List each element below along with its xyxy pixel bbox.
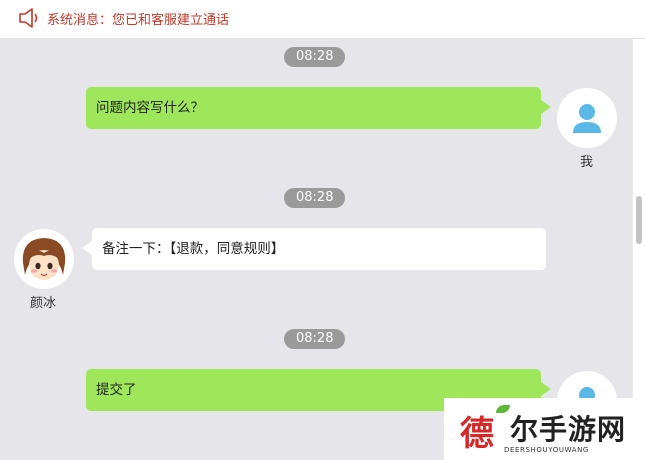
self-avatar[interactable] bbox=[557, 88, 617, 148]
chat-scrollbar[interactable] bbox=[632, 39, 645, 460]
timestamp: 08:28 bbox=[284, 188, 346, 208]
watermark-subtitle: DEERSHOUYOUWANG bbox=[504, 446, 589, 454]
system-message-bar: 系统消息：您已和客服建立通话 bbox=[0, 0, 645, 39]
agent-avatar-icon bbox=[17, 232, 71, 286]
message-bubble-self: 问题内容写什么？ bbox=[86, 87, 551, 129]
watermark-logo: 德 bbox=[460, 414, 494, 454]
site-watermark: 德 尔手游网 DEERSHOUYOUWANG bbox=[444, 398, 645, 460]
sender-name: 颜冰 bbox=[30, 296, 57, 311]
user-icon bbox=[573, 104, 601, 133]
watermark-name: 尔手游网 bbox=[510, 413, 627, 446]
scrollbar-thumb[interactable] bbox=[636, 196, 642, 244]
speaker-icon bbox=[19, 8, 38, 28]
system-message-text: 系统消息：您已和客服建立通话 bbox=[47, 13, 230, 28]
timestamp: 08:28 bbox=[284, 329, 346, 349]
timestamp: 08:28 bbox=[284, 47, 346, 67]
leaf-icon bbox=[496, 405, 510, 413]
chat-area[interactable]: 08:28 问题内容写什么？ 我 08:28 颜冰 备注一下：【退款，同意规则】… bbox=[0, 39, 633, 460]
message-bubble-agent: 备注一下：【退款，同意规则】 bbox=[82, 228, 546, 270]
sender-name: 我 bbox=[580, 155, 594, 170]
agent-avatar[interactable] bbox=[14, 229, 74, 289]
